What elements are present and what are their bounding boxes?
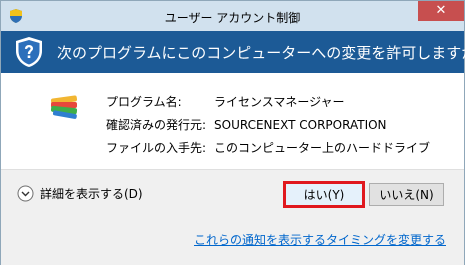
- program-details: プログラム名: ライセンスマネージャー 確認済みの発行元: SOURCENEXT C…: [1, 73, 464, 169]
- title-bar: ユーザー アカウント制御 ✕: [1, 1, 464, 31]
- uac-shield-icon: [16, 37, 42, 67]
- show-details-toggle[interactable]: 詳細を表示する(D): [17, 185, 143, 202]
- uac-dialog: ユーザー アカウント制御 ✕ 次のプログラムにこのコンピューターへの変更を許可し…: [0, 0, 465, 265]
- file-origin-row: ファイルの入手先: このコンピューター上のハードドライブ: [106, 139, 430, 156]
- publisher-row: 確認済みの発行元: SOURCENEXT CORPORATION: [106, 116, 387, 133]
- no-button[interactable]: いいえ(N): [369, 183, 444, 206]
- close-icon: ✕: [435, 3, 447, 18]
- program-name-label: プログラム名:: [106, 95, 182, 109]
- file-origin-value: このコンピューター上のハードドライブ: [214, 141, 431, 155]
- prompt-banner: 次のプログラムにこのコンピューターへの変更を許可しますか?: [1, 31, 465, 73]
- chevron-down-circle-icon: [17, 185, 34, 202]
- change-notification-link[interactable]: これらの通知を表示するタイミングを変更する: [194, 231, 446, 248]
- program-name-row: プログラム名: ライセンスマネージャー: [106, 93, 345, 110]
- dialog-footer: 詳細を表示する(D) はい(Y) いいえ(N) これらの通知を表示するタイミング…: [1, 169, 464, 265]
- show-details-label: 詳細を表示する(D): [40, 187, 143, 201]
- publisher-value: SOURCENEXT CORPORATION: [214, 118, 387, 132]
- file-origin-label: ファイルの入手先:: [106, 141, 207, 155]
- publisher-label: 確認済みの発行元:: [106, 118, 207, 132]
- prompt-question: 次のプログラムにこのコンピューターへの変更を許可しますか?: [57, 44, 465, 62]
- window-title: ユーザー アカウント制御: [164, 11, 301, 25]
- yes-button[interactable]: はい(Y): [283, 181, 365, 208]
- license-manager-app-icon: [50, 95, 78, 119]
- program-name-value: ライセンスマネージャー: [214, 95, 345, 109]
- close-button[interactable]: ✕: [418, 1, 464, 21]
